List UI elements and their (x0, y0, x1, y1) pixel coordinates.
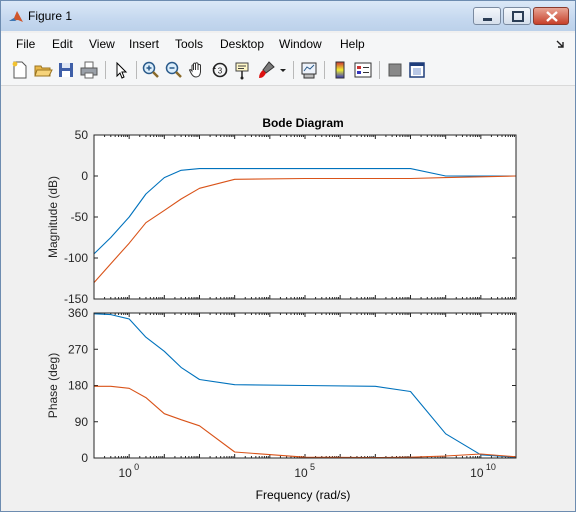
pointer-icon[interactable] (111, 60, 131, 80)
x-tick-label-exponent: 0 (134, 462, 139, 472)
open-file-icon[interactable] (33, 60, 53, 80)
toolbar-separator (324, 61, 325, 79)
toolbar-separator (136, 61, 137, 79)
figure-toolbar: 3 (1, 55, 575, 86)
print-icon[interactable] (79, 60, 99, 80)
figure-window: Figure 1 File Edit View Insert Tools Des… (0, 0, 576, 512)
zoom-out-icon[interactable] (164, 60, 184, 80)
phase-y-axis-label: Phase (deg) (46, 353, 60, 418)
matlab-app-icon (8, 9, 24, 25)
menu-edit[interactable]: Edit (52, 37, 73, 51)
legend-icon[interactable] (353, 60, 373, 80)
save-icon[interactable] (56, 60, 76, 80)
link-plot-icon[interactable] (299, 60, 319, 80)
menu-file[interactable]: File (16, 37, 35, 51)
minimize-button[interactable] (473, 7, 501, 25)
menu-help[interactable]: Help (340, 37, 365, 51)
magnitude-y-tick-label: -150 (64, 292, 88, 306)
toolbar-separator (379, 61, 380, 79)
colorbar-icon[interactable] (330, 60, 350, 80)
brush-dropdown-icon[interactable] (278, 60, 288, 80)
menu-window[interactable]: Window (279, 37, 322, 51)
pan-icon[interactable] (187, 60, 207, 80)
maximize-icon (512, 11, 524, 22)
menu-desktop[interactable]: Desktop (220, 37, 264, 51)
svg-text:3: 3 (218, 67, 223, 76)
magnitude-y-axis-label: Magnitude (dB) (46, 176, 60, 258)
data-cursor-icon[interactable] (233, 60, 253, 80)
hide-plot-tools-icon[interactable] (385, 60, 405, 80)
show-plot-tools-icon[interactable] (407, 60, 427, 80)
phase-y-tick-label: 270 (68, 342, 88, 356)
close-button[interactable] (533, 7, 569, 25)
magnitude-y-tick-label: 0 (81, 169, 88, 183)
bode-plot[interactable]: Bode Diagram Frequency (rad/s) -150 -100 -… (1, 86, 575, 511)
window-title: Figure 1 (28, 9, 73, 23)
zoom-in-icon[interactable] (141, 60, 161, 80)
menu-bar: File Edit View Insert Tools Desktop Wind… (1, 33, 575, 55)
magnitude-axes-background (94, 135, 516, 299)
minimize-icon (483, 18, 492, 21)
figure-canvas: Bode Diagram Frequency (rad/s) -150 -100 -… (1, 86, 575, 511)
phase-y-tick-label: 180 (68, 379, 88, 393)
title-bar[interactable]: Figure 1 (1, 1, 575, 31)
x-tick-label: 10 (294, 466, 308, 480)
toolbar-separator (293, 61, 294, 79)
magnitude-y-tick-label: -100 (64, 251, 88, 265)
phase-y-tick-label: 90 (75, 415, 89, 429)
new-figure-icon[interactable] (10, 60, 30, 80)
x-axis-label: Frequency (rad/s) (256, 488, 351, 502)
menu-view[interactable]: View (89, 37, 115, 51)
rotate-3d-icon[interactable]: 3 (210, 60, 230, 80)
magnitude-y-tick-label: -50 (71, 210, 89, 224)
close-icon (546, 11, 558, 22)
menu-tools[interactable]: Tools (175, 37, 203, 51)
x-tick-label: 10 (118, 466, 132, 480)
toolbar-separator (105, 61, 106, 79)
phase-y-tick-label: 0 (81, 451, 88, 465)
magnitude-y-tick-label: 50 (75, 128, 89, 142)
maximize-button[interactable] (503, 7, 531, 25)
x-tick-label-exponent: 10 (486, 462, 496, 472)
x-tick-label: 10 (470, 466, 484, 480)
chart-title: Bode Diagram (262, 116, 343, 130)
x-tick-label-exponent: 5 (310, 462, 315, 472)
dock-arrow-icon[interactable] (555, 39, 565, 49)
menu-insert[interactable]: Insert (129, 37, 159, 51)
brush-icon[interactable] (256, 60, 276, 80)
phase-y-tick-label: 360 (68, 306, 88, 320)
